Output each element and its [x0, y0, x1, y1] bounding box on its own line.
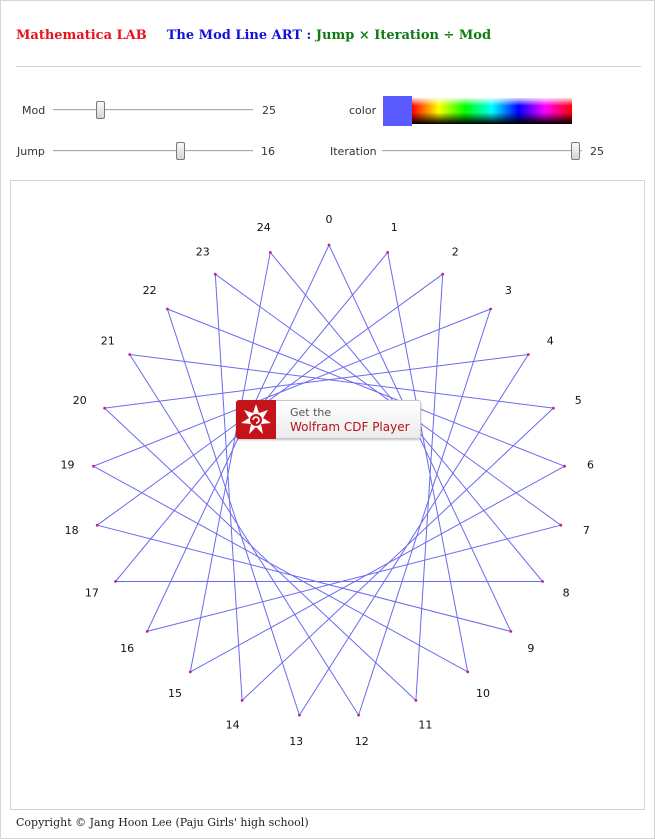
chord-line: [97, 524, 511, 632]
point-label: 0: [326, 213, 333, 226]
color-label: color: [349, 104, 377, 117]
iteration-slider-thumb[interactable]: [571, 142, 580, 160]
chord-line: [93, 465, 468, 673]
mod-slider-thumb[interactable]: [96, 101, 105, 119]
chord-line: [167, 308, 565, 467]
formula-title: Jump × Iteration ÷ Mod: [315, 28, 492, 43]
mod-point: [441, 272, 445, 276]
iteration-value: 25: [590, 145, 604, 158]
point-label: 5: [575, 394, 582, 407]
jump-value: 16: [261, 145, 275, 158]
point-label: 6: [587, 459, 594, 472]
mod-point: [526, 353, 530, 356]
mod-point: [145, 630, 149, 633]
cdf-button-player-text: Wolfram CDF Player: [290, 420, 410, 434]
mod-label: Mod: [22, 104, 46, 117]
art-title: The Mod Line ART :: [166, 28, 312, 43]
mod-point: [240, 699, 244, 702]
point-label: 17: [85, 587, 99, 600]
chord-line: [189, 252, 271, 672]
mod-point: [103, 406, 106, 410]
plot-panel: 0 1 2 3 4 5 6 7 8 9 10 11 12 13 14 15 16 17 18 19 20 21 22 23 24: [10, 180, 645, 810]
chord-line: [93, 308, 491, 467]
page-title: Mathematica LAB The Mod Line ART : Jump ×…: [16, 28, 491, 46]
mod-point: [489, 307, 492, 311]
point-label: 12: [355, 735, 369, 748]
point-label: 18: [65, 524, 79, 537]
mod-point: [509, 630, 513, 633]
chord-line: [241, 407, 554, 701]
point-label: 16: [120, 642, 134, 655]
mod-point: [114, 580, 117, 583]
mod-point: [386, 251, 390, 254]
copyright-text: Copyright © Jang Hoon Lee (Paju Girls' h…: [16, 816, 309, 829]
chord-line: [415, 274, 444, 701]
chord-line: [104, 407, 417, 701]
color-spectrum-picker[interactable]: [412, 98, 572, 124]
mod-point: [552, 406, 555, 410]
chord-line: [387, 252, 469, 672]
mod-point: [327, 243, 331, 247]
mod-point: [414, 699, 418, 702]
chord-lines: [93, 244, 565, 716]
point-label: 1: [391, 221, 398, 234]
point-label: 10: [476, 687, 490, 700]
mod-point: [95, 523, 99, 527]
point-label: 24: [257, 221, 271, 234]
color-swatch[interactable]: [383, 96, 412, 126]
point-label: 14: [226, 719, 240, 732]
jump-slider-track[interactable]: [53, 150, 253, 152]
mod-point: [166, 307, 169, 311]
point-label: 22: [143, 284, 157, 297]
mod-point: [188, 670, 192, 674]
chord-line: [190, 465, 565, 673]
point-label: 2: [452, 245, 459, 258]
mod-point: [128, 353, 132, 356]
mod-point: [563, 464, 566, 468]
mod-value: 25: [262, 104, 276, 117]
iteration-label: Iteration: [330, 145, 377, 158]
point-label: 19: [61, 459, 75, 472]
header-divider: [16, 66, 641, 67]
point-label: 15: [168, 687, 182, 700]
point-label: 11: [418, 719, 432, 732]
mod-point: [541, 580, 544, 583]
mod-point: [559, 523, 563, 527]
cdf-button-get-text: Get the: [290, 406, 332, 419]
mod-point: [466, 670, 470, 674]
point-label: 8: [563, 587, 570, 600]
mod-point: [298, 713, 301, 717]
point-label: 9: [527, 642, 534, 655]
app-frame: Mathematica LAB The Mod Line ART : Jump ×…: [0, 0, 655, 839]
mod-point: [357, 713, 360, 717]
mod-point: [213, 272, 217, 276]
chord-line: [166, 308, 300, 716]
point-label: 3: [505, 284, 512, 297]
chord-line: [214, 274, 243, 701]
mod-point: [92, 464, 95, 468]
point-label: 23: [196, 245, 210, 258]
point-label: 7: [583, 524, 590, 537]
mod-point: [268, 251, 272, 254]
point-label: 21: [101, 335, 115, 348]
mod-slider-track[interactable]: [53, 109, 253, 111]
mod-line-art: 0123456789101112131415161718192021222324: [61, 213, 595, 748]
get-cdf-player-button[interactable]: Get the Wolfram CDF Player: [236, 400, 421, 439]
jump-slider-thumb[interactable]: [176, 142, 185, 160]
point-label: 13: [289, 735, 303, 748]
point-label: 4: [547, 335, 554, 348]
iteration-slider-track[interactable]: [382, 150, 582, 152]
wolfram-spikey-icon: [236, 400, 276, 439]
jump-label: Jump: [17, 145, 45, 158]
point-label: 20: [73, 394, 87, 407]
chord-line: [358, 308, 492, 716]
chord-line: [147, 524, 561, 632]
lab-title: Mathematica LAB: [16, 28, 147, 43]
